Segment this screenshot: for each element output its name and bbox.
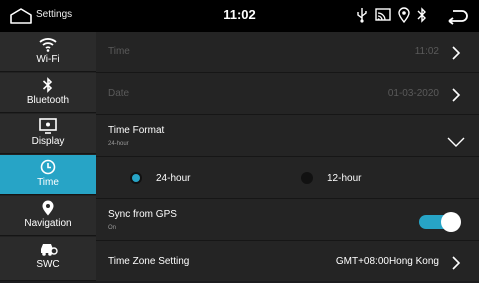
- sync-gps-toggle[interactable]: [419, 212, 461, 232]
- radio-12-hour[interactable]: 12-hour: [301, 172, 361, 184]
- sync-gps-row[interactable]: Sync from GPS On: [96, 200, 479, 241]
- sidebar-item-time[interactable]: Time: [0, 155, 96, 195]
- steering-wheel-control-icon: [41, 244, 58, 256]
- time-format-row[interactable]: Time Format 24-hour: [96, 116, 479, 157]
- radio-label: 24-hour: [156, 172, 191, 184]
- clock-icon: [40, 159, 56, 175]
- sidebar-item-label: Time: [37, 177, 59, 188]
- date-row[interactable]: Date 01-03-2020: [96, 74, 479, 115]
- display-icon: [39, 118, 57, 134]
- sidebar-item-navigation[interactable]: Navigation: [0, 196, 96, 236]
- sidebar-item-wifi[interactable]: Wi-Fi: [0, 32, 96, 72]
- bluetooth-icon: [42, 77, 53, 93]
- time-value: 11:02: [414, 46, 439, 57]
- settings-sidebar: Wi-Fi Bluetooth Display Time Navigation …: [0, 32, 96, 281]
- radio-button[interactable]: [130, 172, 142, 184]
- time-format-options: 24-hour 12-hour: [96, 158, 479, 199]
- sidebar-item-bluetooth[interactable]: Bluetooth: [0, 73, 96, 113]
- row-label: Time Zone Setting: [108, 256, 190, 267]
- sidebar-item-display[interactable]: Display: [0, 114, 96, 154]
- row-label: Sync from GPS: [108, 209, 177, 220]
- time-zone-row[interactable]: Time Zone Setting GMT+08:00Hong Kong: [96, 242, 479, 283]
- sidebar-item-swc[interactable]: SWC: [0, 237, 96, 281]
- wifi-icon: [39, 38, 57, 52]
- row-label: Time: [108, 46, 130, 57]
- chevron-down-icon: [447, 137, 465, 147]
- sidebar-item-label: Wi-Fi: [36, 54, 60, 65]
- status-bar: Settings 11:02: [0, 0, 479, 32]
- sidebar-item-label: Bluetooth: [26, 95, 70, 106]
- toggle-knob: [441, 212, 461, 232]
- row-label: Date: [108, 88, 130, 99]
- back-icon[interactable]: [447, 7, 469, 25]
- usb-icon: [357, 8, 367, 23]
- radio-24-hour[interactable]: 24-hour: [130, 172, 190, 184]
- status-icons: [356, 7, 427, 23]
- bluetooth-icon: [417, 7, 426, 23]
- radio-label: 12-hour: [327, 172, 362, 184]
- cast-icon: [375, 8, 391, 21]
- chevron-right-icon: [452, 88, 461, 102]
- radio-button[interactable]: [301, 172, 313, 184]
- sidebar-item-label: Display: [31, 136, 65, 147]
- time-format-current: 24-hour: [108, 141, 129, 147]
- time-row[interactable]: Time 11:02: [96, 32, 479, 73]
- sidebar-item-label: Navigation: [24, 218, 72, 229]
- time-settings-panel: Time 11:02 Date 01-03-2020 Time Format 2…: [96, 32, 479, 281]
- chevron-right-icon: [452, 256, 461, 270]
- sidebar-item-label: SWC: [36, 259, 60, 270]
- location-pin-icon: [42, 200, 54, 216]
- chevron-right-icon: [452, 46, 461, 60]
- location-icon: [398, 7, 410, 23]
- sync-gps-status: On: [108, 225, 117, 231]
- row-label: Time Format: [108, 125, 165, 136]
- time-zone-value: GMT+08:00Hong Kong: [335, 256, 439, 267]
- date-value: 01-03-2020: [387, 88, 439, 99]
